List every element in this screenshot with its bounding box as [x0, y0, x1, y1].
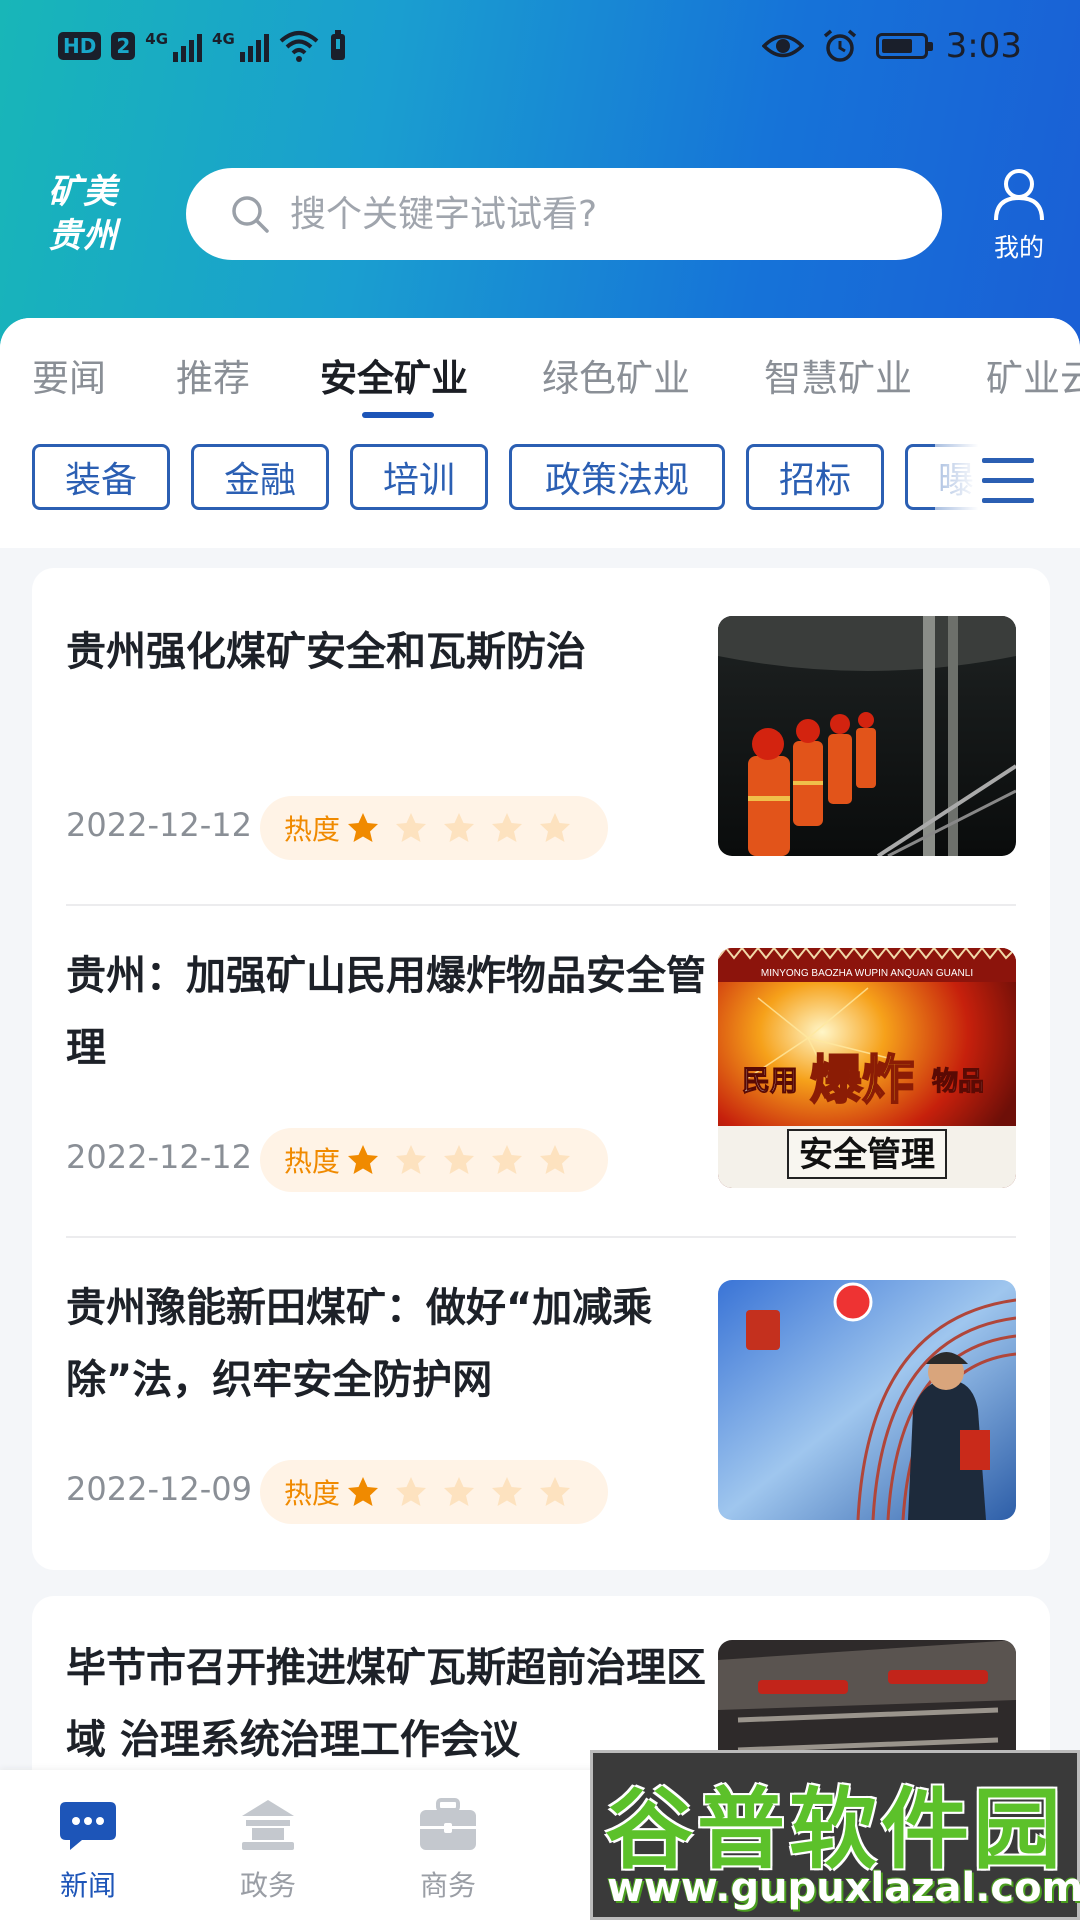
star-empty-icon — [540, 813, 571, 842]
divider — [66, 1236, 1016, 1238]
status-bar: HD 2 4G 4G 3:03 — [0, 0, 1080, 90]
article-item[interactable]: 贵州强化煤矿安全和瓦斯防治 2022-12-12 热度 — [32, 616, 1050, 906]
active-tab-indicator — [362, 412, 434, 418]
tag-zhengce-fagui[interactable]: 政策法规 — [509, 444, 725, 510]
mine-button[interactable]: 我的 — [978, 166, 1060, 264]
nav-government[interactable]: 政务 — [208, 1798, 328, 1904]
search-bar[interactable] — [186, 168, 942, 260]
tag-zhuangbei[interactable]: 装备 — [32, 444, 170, 510]
signal-icon: 4G — [212, 30, 269, 62]
hd-badge: HD — [58, 32, 102, 60]
tag-peixun[interactable]: 培训 — [350, 444, 488, 510]
star-empty-icon — [444, 1145, 475, 1174]
star-rating — [346, 1143, 572, 1177]
article-title[interactable]: 贵州强化煤矿安全和瓦斯防治 — [66, 616, 736, 688]
tab-yaowen[interactable]: 要闻 — [32, 348, 106, 402]
briefcase-icon — [420, 1798, 476, 1850]
article-date: 2022-12-12 — [66, 1138, 252, 1176]
content-sheet: 要闻 推荐 安全矿业 绿色矿业 智慧矿业 矿业云 装备 金融 培训 政策法规 招… — [0, 318, 1080, 1920]
tag-jinrong[interactable]: 金融 — [191, 444, 329, 510]
watermark-logo: 谷普软件园 www.gupuxlazal.com — [590, 1750, 1080, 1920]
header: HD 2 4G 4G 3:03 矿美贵州 搜个关键字试试看? 我的 — [0, 0, 1080, 360]
star-filled-icon — [348, 1145, 379, 1174]
article-thumbnail — [718, 1280, 1016, 1520]
mine-label: 我的 — [993, 233, 1044, 262]
article-date: 2022-12-09 — [66, 1470, 252, 1508]
chat-bubble-icon — [60, 1802, 116, 1850]
menu-icon[interactable] — [982, 456, 1034, 506]
search-icon — [232, 196, 269, 233]
sub-tags: 装备 金融 培训 政策法规 招标 曝 — [0, 444, 1080, 544]
article-thumbnail — [718, 616, 1016, 856]
poster-text-big: 爆炸 — [810, 1052, 914, 1110]
mine-workers-image — [718, 616, 1016, 856]
article-title[interactable]: 贵州：加强矿山民用爆炸物品安全管理 — [66, 940, 736, 1084]
heat-rating: 热度 — [260, 1460, 608, 1524]
star-empty-icon — [444, 1477, 475, 1506]
star-filled-icon — [348, 1477, 379, 1506]
article-title[interactable]: 贵州豫能新田煤矿：做好“加减乘除”法，织牢安全防护网 — [66, 1272, 736, 1416]
battery-saver-icon — [330, 30, 345, 60]
heat-rating: 热度 — [260, 1128, 608, 1192]
nav-business[interactable]: 商务 — [388, 1798, 508, 1904]
star-rating — [346, 811, 572, 845]
nav-news[interactable]: 新闻 — [28, 1798, 148, 1904]
poster-text-bottom: 安全管理 — [799, 1135, 935, 1175]
poster-text-right: 物品 — [932, 1066, 984, 1096]
star-empty-icon — [492, 1477, 523, 1506]
tab-tuijian[interactable]: 推荐 — [176, 348, 250, 402]
star-empty-icon — [540, 1145, 571, 1174]
tab-anquan-kuangye[interactable]: 安全矿业 — [320, 348, 468, 402]
heat-label: 热度 — [284, 1477, 341, 1510]
clock: 3:03 — [945, 26, 1022, 66]
nav-news-label: 新闻 — [59, 1869, 116, 1902]
watermark-url: www.gupuxlazal.com — [607, 1865, 1080, 1911]
tab-kuangye-yun[interactable]: 矿业云 — [986, 348, 1080, 402]
battery-icon — [875, 33, 933, 59]
wifi-icon — [279, 31, 319, 62]
eye-icon — [761, 34, 804, 58]
heat-label: 热度 — [284, 1145, 341, 1178]
explosives-poster-image: MINYONG BAOZHA WUPIN ANQUAN GUANLI 民用 爆炸… — [718, 948, 1016, 1188]
star-empty-icon — [396, 1477, 427, 1506]
star-rating — [346, 1475, 572, 1509]
tunnel-worker-image — [718, 1280, 1016, 1520]
nav-business-label: 商务 — [419, 1869, 476, 1902]
heat-rating: 热度 — [260, 796, 608, 860]
network-label: 4G — [145, 30, 169, 48]
star-filled-icon — [348, 813, 379, 842]
tab-lvse-kuangye[interactable]: 绿色矿业 — [542, 348, 690, 402]
star-empty-icon — [492, 813, 523, 842]
government-building-icon — [242, 1800, 294, 1850]
star-empty-icon — [540, 1477, 571, 1506]
star-empty-icon — [492, 1145, 523, 1174]
heat-label: 热度 — [284, 813, 341, 846]
star-empty-icon — [396, 1145, 427, 1174]
search-input[interactable] — [288, 192, 852, 236]
signal-icon: 4G — [145, 30, 203, 62]
divider — [66, 904, 1016, 906]
tab-zhihui-kuangye[interactable]: 智慧矿业 — [764, 348, 912, 402]
status-left: HD 2 4G 4G — [58, 26, 347, 66]
star-empty-icon — [444, 813, 475, 842]
network-label: 4G — [212, 30, 235, 48]
alarm-icon — [823, 29, 856, 62]
user-icon — [994, 169, 1044, 221]
category-tabs: 要闻 推荐 安全矿业 绿色矿业 智慧矿业 矿业云 — [0, 348, 1080, 428]
article-thumbnail: MINYONG BAOZHA WUPIN ANQUAN GUANLI 民用 爆炸… — [718, 948, 1016, 1188]
poster-text-left: 民用 — [742, 1065, 798, 1096]
app-logo[interactable]: 矿美贵州 — [48, 170, 138, 258]
tag-zhaobiao[interactable]: 招标 — [746, 444, 884, 510]
nav-government-label: 政务 — [239, 1869, 296, 1902]
poster-banner-text: MINYONG BAOZHA WUPIN ANQUAN GUANLI — [761, 968, 973, 979]
article-card: 贵州强化煤矿安全和瓦斯防治 2022-12-12 热度 贵州：加强矿山民用爆炸物… — [32, 568, 1050, 1570]
sim-badge: 2 — [111, 32, 136, 60]
article-item[interactable]: 贵州：加强矿山民用爆炸物品安全管理 2022-12-12 热度 MINYONG … — [32, 948, 1050, 1238]
article-date: 2022-12-12 — [66, 806, 252, 844]
star-empty-icon — [396, 813, 427, 842]
status-right: 3:03 — [761, 22, 1022, 70]
article-item[interactable]: 贵州豫能新田煤矿：做好“加减乘除”法，织牢安全防护网 2022-12-09 热度 — [32, 1280, 1050, 1570]
